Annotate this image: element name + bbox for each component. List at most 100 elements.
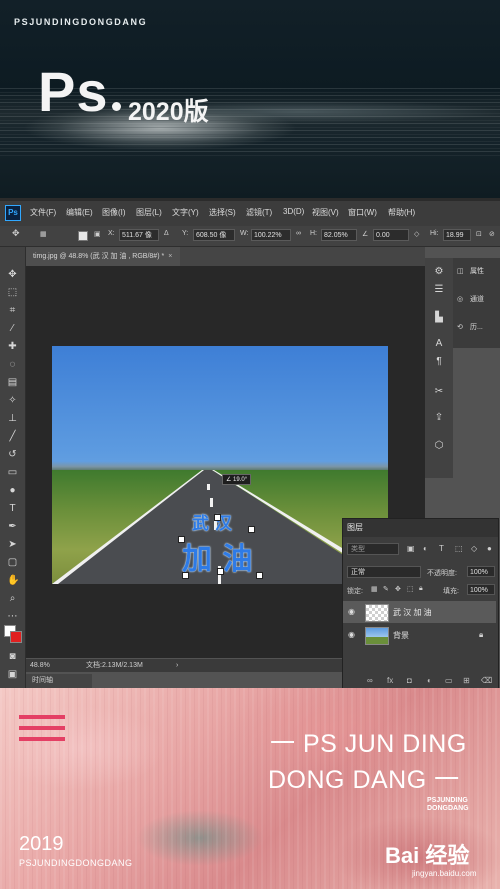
eraser-icon[interactable]: ▭	[7, 467, 18, 478]
sliders-icon[interactable]: ☰	[433, 284, 445, 296]
menu-view[interactable]: 视图(V)	[312, 207, 339, 218]
gradient-icon[interactable]: ▤	[7, 377, 18, 388]
menu-3d[interactable]: 3D(D)	[283, 207, 304, 216]
lasso-icon[interactable]: ◌	[7, 359, 18, 370]
lock-all-icon[interactable]: 🔒︎	[419, 585, 423, 593]
menu-help[interactable]: 帮助(H)	[388, 207, 415, 218]
transform-handle[interactable]	[248, 526, 255, 533]
new-group-icon[interactable]: ▭	[445, 676, 453, 685]
filter-shape-icon[interactable]: ⬚	[455, 544, 463, 553]
path-select-icon[interactable]: ➤	[7, 539, 18, 550]
close-tab-icon[interactable]: ×	[168, 253, 172, 260]
lock-pixels-icon[interactable]: ▦	[371, 585, 378, 593]
layer-row-text[interactable]: ◉ 武 汉 加 油	[343, 601, 496, 623]
lock-move-icon[interactable]: ✥	[395, 585, 401, 593]
menu-type[interactable]: 文字(Y)	[172, 207, 199, 218]
grid-icon[interactable]: ▣	[94, 230, 101, 238]
menu-layer[interactable]: 图层(L)	[136, 207, 162, 218]
fill-input[interactable]: 100%	[467, 584, 495, 595]
character-icon[interactable]: ▙	[433, 312, 445, 324]
cancel-transform-icon[interactable]: ⊘	[489, 230, 495, 238]
skew-icon[interactable]: ◇	[414, 230, 419, 238]
background-color-swatch[interactable]	[10, 631, 22, 643]
magic-wand-icon[interactable]: ✧	[7, 395, 18, 406]
transform-handle[interactable]	[178, 536, 185, 543]
timeline-tab[interactable]: 时间轴	[26, 674, 92, 688]
3d-icon[interactable]: ⬡	[433, 440, 445, 452]
pen-icon[interactable]: ✒	[7, 521, 18, 532]
y-input[interactable]: 608.50 像	[193, 229, 235, 241]
blend-mode-select[interactable]: 正常	[347, 566, 421, 578]
eyedropper-icon[interactable]: ⁄	[7, 323, 18, 334]
visibility-eye-icon[interactable]: ◉	[348, 607, 355, 616]
zoom-icon[interactable]: ⌕	[7, 593, 18, 604]
transform-handle[interactable]	[256, 572, 263, 579]
dodge-icon[interactable]: ●	[7, 485, 18, 496]
status-arrow-icon[interactable]: ›	[176, 659, 178, 672]
document-tab[interactable]: timg.jpg @ 48.8% (武 汉 加 油 , RGB/8#) * ×	[25, 247, 181, 266]
warp-icon[interactable]: ⊡	[476, 230, 482, 238]
menu-file[interactable]: 文件(F)	[30, 207, 56, 218]
layers-tab[interactable]: 图层	[347, 522, 363, 533]
delete-layer-icon[interactable]: ⌫	[481, 676, 492, 685]
new-layer-icon[interactable]: ⊞	[463, 676, 470, 685]
rectangle-icon[interactable]: ▢	[7, 557, 18, 568]
zoom-level[interactable]: 48.8%	[30, 659, 50, 672]
properties-panel-tab[interactable]: ◫ 属性	[457, 266, 484, 276]
color-swatches[interactable]	[4, 625, 22, 643]
visibility-eye-icon[interactable]: ◉	[348, 630, 355, 639]
adjustment-layer-icon[interactable]: ◐	[427, 676, 432, 685]
menu-window[interactable]: 窗口(W)	[348, 207, 377, 218]
h-input[interactable]: 82.05%	[321, 229, 357, 241]
reference-point-icon[interactable]: ▦	[40, 230, 47, 238]
filter-type-icon[interactable]: T	[439, 544, 444, 553]
hi-input[interactable]: 18.99	[443, 229, 471, 241]
transform-handle[interactable]	[182, 572, 189, 579]
lock-artboard-icon[interactable]: ⬚	[407, 585, 414, 593]
history-brush-icon[interactable]: ↺	[7, 449, 18, 460]
hand-icon[interactable]: ✋	[7, 575, 19, 586]
transform-handle[interactable]	[217, 568, 224, 575]
tools-preset-icon[interactable]: ✂	[433, 386, 445, 398]
menu-image[interactable]: 图像(I)	[102, 207, 126, 218]
layer-filter-input[interactable]: 类型	[347, 543, 399, 555]
menu-filter[interactable]: 滤镜(T)	[246, 207, 272, 218]
angle-input[interactable]: 0.00	[373, 229, 409, 241]
reference-checkbox[interactable]	[78, 231, 88, 241]
clone-stamp-icon[interactable]: ⊥	[7, 413, 18, 424]
transform-handle[interactable]	[214, 514, 221, 521]
link-layers-icon[interactable]: ∞	[367, 676, 373, 685]
filter-pixel-icon[interactable]: ▣	[407, 544, 415, 553]
fx-icon[interactable]: fx	[387, 676, 393, 685]
w-input[interactable]: 100.22%	[251, 229, 291, 241]
quick-mask-icon[interactable]: ◙	[7, 651, 18, 662]
adjust-icon[interactable]: ⚙	[433, 266, 445, 278]
marquee-icon[interactable]: ⬚	[7, 287, 18, 298]
filter-toggle-icon[interactable]: ●	[487, 544, 492, 553]
filter-smart-icon[interactable]: ◇	[471, 544, 477, 553]
add-mask-icon[interactable]: ◘	[407, 676, 412, 685]
menu-select[interactable]: 选择(S)	[209, 207, 236, 218]
channels-panel-tab[interactable]: ◎ 通道	[457, 294, 484, 304]
menu-edit[interactable]: 编辑(E)	[66, 207, 93, 218]
text-tool-icon[interactable]: T	[7, 503, 18, 514]
history-panel-tab[interactable]: ⟲ 历...	[457, 322, 483, 332]
x-input[interactable]: 511.67 像	[119, 229, 159, 241]
more-tools-icon[interactable]: ⋯	[7, 611, 18, 622]
export-icon[interactable]: ⇪	[433, 412, 445, 424]
canvas-text-line1[interactable]: 武 汉	[192, 509, 232, 534]
brush-icon[interactable]: ╱	[7, 431, 18, 442]
crop-icon[interactable]: ⌗	[7, 305, 18, 316]
filter-adjust-icon[interactable]: ◐	[423, 544, 428, 553]
image-canvas[interactable]: ∠ 19.0° 武 汉 加 油	[52, 346, 388, 584]
move-icon[interactable]: ✥	[7, 269, 18, 280]
link-icon[interactable]: ∞	[296, 230, 301, 237]
screen-mode-icon[interactable]: ▣	[7, 669, 18, 680]
layer-row-background[interactable]: ◉ 背景 🔒︎	[343, 624, 496, 646]
move-tool-icon[interactable]: ✥	[12, 228, 20, 239]
text-panel-icon[interactable]: A	[433, 338, 445, 350]
opacity-input[interactable]: 100%	[467, 566, 495, 577]
paragraph-icon[interactable]: ¶	[433, 356, 445, 368]
healing-brush-icon[interactable]: ✚	[7, 341, 18, 352]
lock-paint-icon[interactable]: ✎	[383, 585, 389, 593]
